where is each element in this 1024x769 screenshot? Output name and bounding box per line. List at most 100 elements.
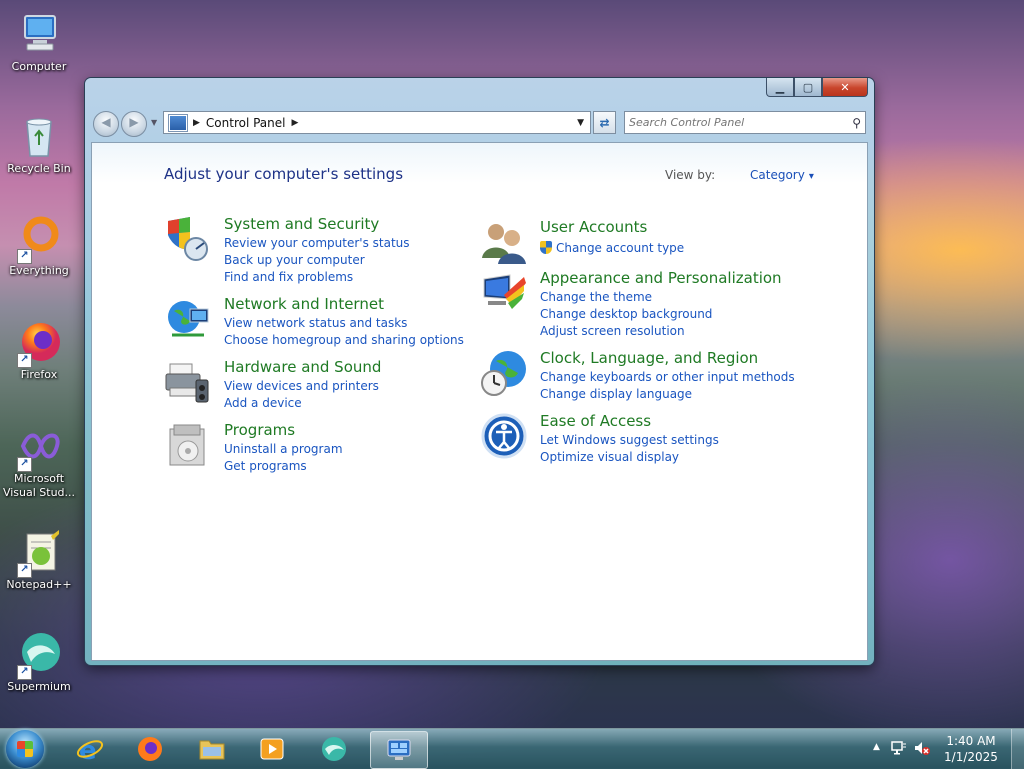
link-network-status[interactable]: View network status and tasks [224,315,464,332]
link-review-status[interactable]: Review your computer's status [224,235,410,252]
breadcrumb-control-panel[interactable]: Control Panel [206,116,286,130]
firefox-icon: ↗ [15,318,63,368]
breadcrumb-arrow-icon[interactable]: ▶ [193,118,200,128]
link-display-language[interactable]: Change display language [540,386,795,403]
search-box[interactable]: ⚲ [624,111,866,134]
programs-box-icon[interactable] [164,421,212,469]
link-add-device[interactable]: Add a device [224,395,379,412]
link-homegroup[interactable]: Choose homegroup and sharing options [224,332,464,349]
recent-pages-dropdown[interactable]: ▼ [151,118,157,127]
link-screen-resolution[interactable]: Adjust screen resolution [540,323,712,340]
forward-button[interactable]: ▶ [121,111,147,137]
show-desktop-button[interactable] [1011,729,1024,769]
desktop-icon-label: Recycle Bin [7,162,71,175]
navigation-bar: ◀ ▶ ▼ ▶ Control Panel ▶ ▼ ⇄ ⚲ [93,110,866,137]
link-keyboards[interactable]: Change keyboards or other input methods [540,369,795,386]
close-button[interactable]: ✕ [822,78,868,97]
svg-text:e: e [79,736,97,763]
desktop-icon-notepad-plus-plus[interactable]: ↗ Notepad++ [0,528,78,592]
everything-icon: ↗ [15,214,63,264]
back-button[interactable]: ◀ [93,111,119,137]
system-security-shield-icon[interactable] [164,215,212,263]
desktop-icon-everything[interactable]: ↗ Everything [0,214,78,278]
link-uninstall[interactable]: Uninstall a program [224,441,343,458]
network-status-icon[interactable] [891,740,907,756]
category-links: Uninstall a program Get programs [224,441,343,475]
category-links: Review your computer's status Back up yo… [224,235,410,286]
category-title[interactable]: Clock, Language, and Region [540,349,758,367]
taskbar-file-explorer[interactable] [186,731,238,767]
page-title: Adjust your computer's settings [164,165,404,183]
ease-of-access-icon[interactable] [480,412,528,460]
shortcut-arrow-icon: ↗ [17,249,32,264]
taskbar-internet-explorer[interactable]: e [64,731,116,767]
address-dropdown-icon[interactable]: ▼ [577,118,584,128]
desktop-icon-firefox[interactable]: ↗ Firefox [0,318,78,382]
desktop-icon-label: Supermium [7,680,71,693]
category-title[interactable]: System and Security [224,215,379,233]
monitor-colors-icon[interactable] [480,269,528,317]
search-icon[interactable]: ⚲ [852,116,861,130]
category-title[interactable]: Appearance and Personalization [540,269,782,287]
printer-speaker-icon[interactable] [164,358,212,406]
category-links: View devices and printers Add a device [224,378,379,412]
link-suggest-settings[interactable]: Let Windows suggest settings [540,432,719,449]
back-arrow-icon: ◀ [101,115,111,129]
link-get-programs[interactable]: Get programs [224,458,343,475]
globe-clock-icon[interactable] [480,349,528,397]
link-find-fix[interactable]: Find and fix problems [224,269,410,286]
category-links: Change the theme Change desktop backgrou… [540,289,712,340]
uac-shield-icon [540,241,552,254]
refresh-icon: ⇄ [599,115,610,130]
category-title[interactable]: Hardware and Sound [224,358,381,376]
desktop-icon-recycle-bin[interactable]: Recycle Bin [0,112,78,176]
control-panel-icon [169,114,187,131]
minimize-button[interactable]: ▁ [766,78,794,97]
category-links: Change account type [540,240,684,257]
breadcrumb-arrow-icon[interactable]: ▶ [292,118,299,128]
clock-time: 1:40 AM [946,734,996,748]
clock-date: 1/1/2025 [944,750,998,764]
search-input[interactable] [625,115,841,130]
category-links: View network status and tasks Choose hom… [224,315,464,349]
shortcut-arrow-icon: ↗ [17,457,32,472]
media-player-icon [260,738,284,760]
address-bar[interactable]: ▶ Control Panel ▶ ▼ [163,111,591,134]
link-change-background[interactable]: Change desktop background [540,306,712,323]
clock[interactable]: 1:40 AM 1/1/2025 [936,733,1006,765]
visual-studio-icon: ↗ [15,422,63,472]
view-by-label: View by: [665,168,716,182]
desktop-icon-label: Firefox [20,368,58,381]
desktop-icon-label: Microsoft Visual Stud... [2,472,76,499]
desktop-icon-supermium[interactable]: ↗ Supermium [0,630,78,694]
category-title[interactable]: Network and Internet [224,295,384,313]
desktop-icon-label: Notepad++ [6,578,72,591]
volume-muted-icon[interactable] [914,740,930,756]
link-change-account-type[interactable]: Change account type [540,240,684,257]
link-change-theme[interactable]: Change the theme [540,289,712,306]
category-title[interactable]: Programs [224,421,295,439]
taskbar-control-panel[interactable] [370,731,428,769]
computer-icon [15,10,63,58]
category-title[interactable]: Ease of Access [540,412,651,430]
taskbar-firefox[interactable] [124,731,176,767]
taskbar: e ▲ 1:40 AM 1/1/2025 [0,728,1024,769]
show-hidden-icons-button[interactable]: ▲ [873,742,880,752]
windows-logo-icon [17,741,33,757]
network-globe-icon[interactable] [164,295,212,343]
link-devices-printers[interactable]: View devices and printers [224,378,379,395]
desktop-icon-label: Everything [9,264,69,277]
desktop-icon-computer[interactable]: Computer [0,10,78,74]
user-accounts-icon[interactable] [480,218,528,266]
desktop-icon-visual-studio[interactable]: ↗ Microsoft Visual Stud... [0,422,78,500]
link-optimize-display[interactable]: Optimize visual display [540,449,719,466]
link-back-up[interactable]: Back up your computer [224,252,410,269]
refresh-button[interactable]: ⇄ [593,111,616,134]
shortcut-arrow-icon: ↗ [17,353,32,368]
category-title[interactable]: User Accounts [540,218,647,236]
maximize-button[interactable]: ▢ [794,78,822,97]
view-by-dropdown[interactable]: Category [750,168,814,182]
taskbar-media-player[interactable] [246,731,298,767]
start-button[interactable] [6,730,44,768]
taskbar-supermium[interactable] [308,731,360,767]
